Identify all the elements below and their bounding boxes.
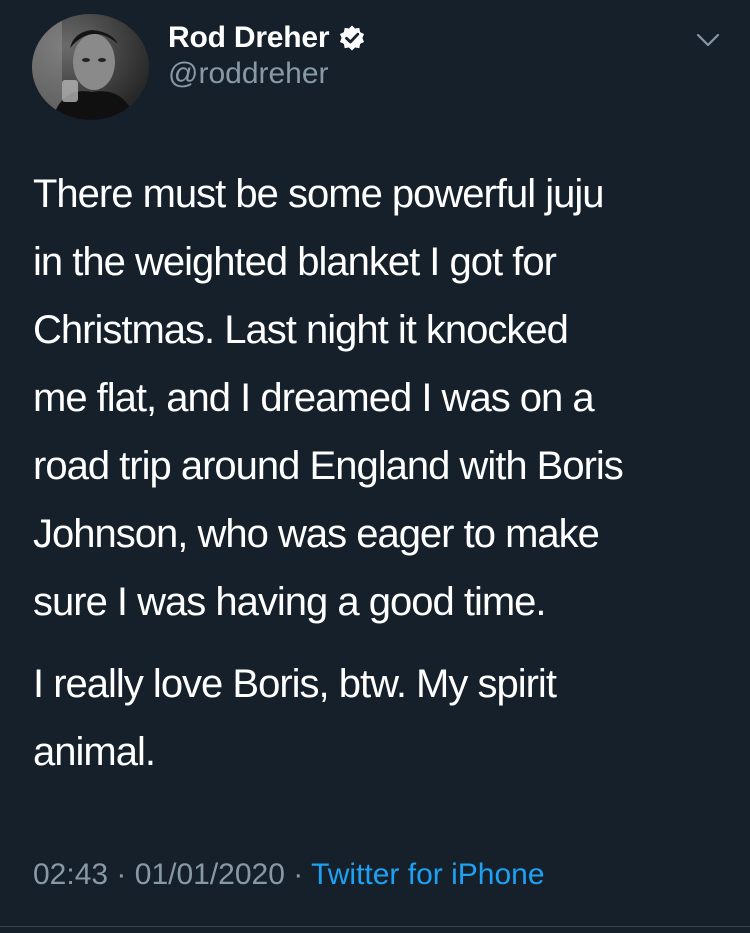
meta-separator: ·: [293, 858, 304, 891]
chevron-down-icon[interactable]: [694, 30, 722, 50]
tweet-paragraph: There must be some powerful juju in the …: [33, 172, 624, 624]
divider: [0, 926, 750, 927]
user-handle[interactable]: @roddreher: [168, 57, 329, 91]
tweet-text: There must be some powerful juju in the …: [33, 160, 733, 786]
tweet-paragraph: I really love Boris, btw. My spirit anim…: [33, 662, 557, 774]
meta-separator: ·: [116, 858, 127, 891]
user-name-row[interactable]: Rod Dreher: [168, 18, 366, 58]
tweet-source-link[interactable]: Twitter for iPhone: [311, 858, 544, 891]
verified-badge-icon: [338, 24, 366, 52]
display-name[interactable]: Rod Dreher: [168, 21, 330, 55]
tweet-date: 01/01/2020: [134, 858, 285, 891]
avatar[interactable]: [32, 14, 149, 120]
tweet-time: 02:43: [33, 858, 109, 891]
tweet-meta: 02:43 · 01/01/2020 · Twitter for iPhone: [33, 858, 545, 892]
